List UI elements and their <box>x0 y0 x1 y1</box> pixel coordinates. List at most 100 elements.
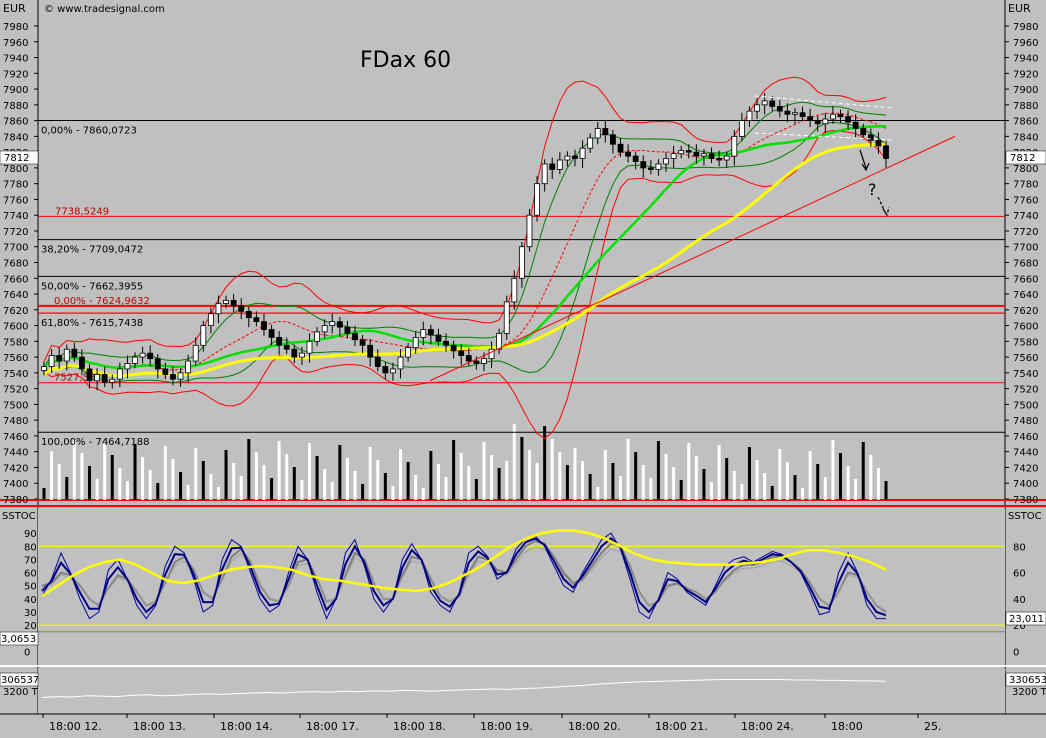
candle-body-7 <box>94 374 100 382</box>
obv-pane[interactable] <box>38 668 1005 714</box>
y-tick-left-7940: 7940 <box>3 54 28 65</box>
candle-body-68 <box>556 159 563 170</box>
volume-bar-26 <box>239 476 243 500</box>
stoch-tick-left-90: 90 <box>24 529 37 540</box>
volume-bar-30 <box>270 478 274 500</box>
y-tick-left-7760: 7760 <box>3 195 28 206</box>
obv-right-label: 3200 T <box>1012 687 1046 698</box>
volume-bar-31 <box>277 441 281 500</box>
volume-bar-81 <box>656 441 660 500</box>
candle-body-21 <box>200 325 207 346</box>
candle-body-69 <box>564 155 571 161</box>
volume-bar-74 <box>603 450 607 500</box>
y-tick-right-7500: 7500 <box>1013 400 1038 411</box>
candle-body-60 <box>496 333 503 350</box>
volume-bar-93 <box>747 447 751 500</box>
candle-body-43 <box>367 344 374 358</box>
candle-body-75 <box>610 134 616 145</box>
volume-bar-111 <box>884 481 888 500</box>
volume-bar-39 <box>338 445 342 500</box>
candle-body-105 <box>837 113 844 118</box>
stoch-title-left: SSTOC <box>2 511 36 522</box>
candle-body-51 <box>427 329 434 336</box>
y-tick-right-7780: 7780 <box>1013 180 1038 191</box>
volume-bar-76 <box>619 476 623 500</box>
candle-body-79 <box>640 161 647 169</box>
stoch-pane[interactable] <box>38 508 1005 665</box>
y-tick-left-7860: 7860 <box>3 117 28 128</box>
y-tick-left-7700: 7700 <box>3 243 28 254</box>
candle-body-81 <box>655 163 662 170</box>
volume-bar-48 <box>406 462 410 500</box>
y-tick-right-7860: 7860 <box>1013 117 1038 128</box>
time-tick-3: 18:00 17. <box>306 720 359 733</box>
candle-body-87 <box>701 153 707 157</box>
y-tick-left-7420: 7420 <box>3 463 28 474</box>
time-tick-7: 18:00 21. <box>655 720 708 733</box>
candle-body-4 <box>71 348 78 358</box>
y-tick-right-7680: 7680 <box>1013 259 1038 270</box>
stoch-tick-left-80: 80 <box>24 542 37 553</box>
candle-body-42 <box>359 339 366 346</box>
volume-bar-90 <box>725 458 729 500</box>
volume-bar-24 <box>224 450 228 500</box>
candle-body-98 <box>784 110 791 115</box>
volume-bar-88 <box>710 482 714 500</box>
candle-body-29 <box>261 321 267 330</box>
candle-body-11 <box>124 363 131 370</box>
y-tick-left-7740: 7740 <box>3 211 28 222</box>
time-tick-8: 18:00 24. <box>741 720 794 733</box>
stoch-tick-right-0: 0 <box>1013 647 1019 658</box>
candle-body-9 <box>109 378 116 383</box>
volume-bar-20 <box>194 448 198 500</box>
volume-bar-56 <box>467 466 471 500</box>
stoch-tick-left-30: 30 <box>24 608 37 619</box>
candle-body-27 <box>245 310 252 319</box>
chart-canvas[interactable]: 7380 7400 7420 7440 7460 7480 7500 7520 7540 7560… <box>0 0 1046 734</box>
volume-bar-19 <box>186 485 190 500</box>
stoch-tick-left-60: 60 <box>24 569 37 580</box>
stoch-tick-left-0: 0 <box>24 647 30 658</box>
y-tick-right-7740: 7740 <box>1013 211 1038 222</box>
candle-body-71 <box>579 147 586 159</box>
y-tick-left-7440: 7440 <box>3 448 28 459</box>
volume-bar-54 <box>452 440 456 500</box>
volume-bar-106 <box>846 466 850 500</box>
volume-bar-69 <box>565 465 569 500</box>
volume-bar-109 <box>869 455 873 500</box>
y-tick-left-7480: 7480 <box>3 416 28 427</box>
candle-body-20 <box>192 344 199 362</box>
candle-body-111 <box>883 145 889 159</box>
volume-bar-70 <box>573 448 577 500</box>
y-tick-right-7800: 7800 <box>1013 164 1038 175</box>
candle-body-76 <box>617 143 624 153</box>
candle-body-66 <box>541 163 548 185</box>
stoch-tick-right-80: 80 <box>1013 542 1026 553</box>
candle-body-53 <box>443 340 449 346</box>
stoch-tag-left-text: 3,0653 <box>1 634 36 645</box>
candle-body-74 <box>602 128 609 136</box>
volume-bar-73 <box>596 487 600 500</box>
volume-bar-37 <box>323 469 327 500</box>
chart-window: 7380 7400 7420 7440 7460 7480 7500 7520 7540 7560… <box>0 0 1046 734</box>
candle-body-99 <box>792 112 798 115</box>
candle-body-84 <box>678 150 685 155</box>
y-tick-right-7460: 7460 <box>1013 432 1038 443</box>
volume-bar-21 <box>201 461 205 500</box>
time-tick-0: 18:00 12. <box>49 720 102 733</box>
fib-label-1: 38,20% - 7709,0472 <box>41 245 143 256</box>
y-tick-left-7800: 7800 <box>3 164 28 175</box>
candle-body-2 <box>56 355 63 362</box>
y-tick-left-7460: 7460 <box>3 432 28 443</box>
candle-body-14 <box>147 352 154 360</box>
candle-body-95 <box>761 100 768 106</box>
volume-bar-6 <box>88 466 92 500</box>
y-tick-right-7880: 7880 <box>1013 101 1038 112</box>
y-tick-left-7920: 7920 <box>3 69 28 80</box>
candle-body-89 <box>716 158 723 161</box>
volume-bar-45 <box>383 473 387 500</box>
y-tick-right-7980: 7980 <box>1013 22 1038 33</box>
volume-bar-75 <box>611 463 615 500</box>
candle-body-49 <box>412 336 419 349</box>
volume-bar-43 <box>368 447 372 500</box>
